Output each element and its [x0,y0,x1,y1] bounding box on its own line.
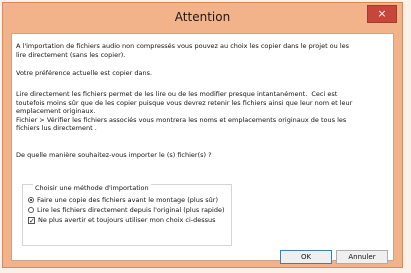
dialog-body: A l'importation de fichiers audio non co… [11,33,394,264]
option-read-label: Lire les fichiers directement depuis l'o… [37,206,225,214]
close-button[interactable]: × [367,5,397,23]
attention-dialog: Attention × A l'importation de fichiers … [2,2,403,268]
close-icon: × [377,7,387,20]
cancel-button[interactable]: Annuler [336,250,388,264]
option-read-directly[interactable]: Lire les fichiers directement depuis l'o… [28,205,225,215]
ok-button[interactable]: OK [280,250,332,264]
option-copy-files[interactable]: Faire une copie des fichiers avant le mo… [28,195,218,205]
option-copy-label: Faire une copie des fichiers avant le mo… [37,196,218,204]
radio-read-directly[interactable] [28,207,34,213]
radio-copy-files[interactable] [28,197,34,203]
title-bar[interactable]: Attention × [3,3,402,33]
question-text: De quelle manière souhaitez-vous importe… [16,151,212,159]
import-method-group: Choisir une méthode d'importation Faire … [22,184,232,246]
group-title: Choisir une méthode d'importation [33,184,151,192]
remember-choice-row[interactable]: ✓ Ne plus avertir et toujours utiliser m… [28,215,216,225]
intro-paragraph: A l'importation de fichiers audio non co… [16,42,350,59]
dialog-title: Attention [174,10,231,24]
current-preference-text: Votre préférence actuelle est copier dan… [16,69,153,77]
explanation-paragraph: Lire directement les fichiers permet de … [16,90,353,132]
remember-label: Ne plus avertir et toujours utiliser mon… [38,216,216,224]
remember-checkbox[interactable]: ✓ [28,216,35,224]
